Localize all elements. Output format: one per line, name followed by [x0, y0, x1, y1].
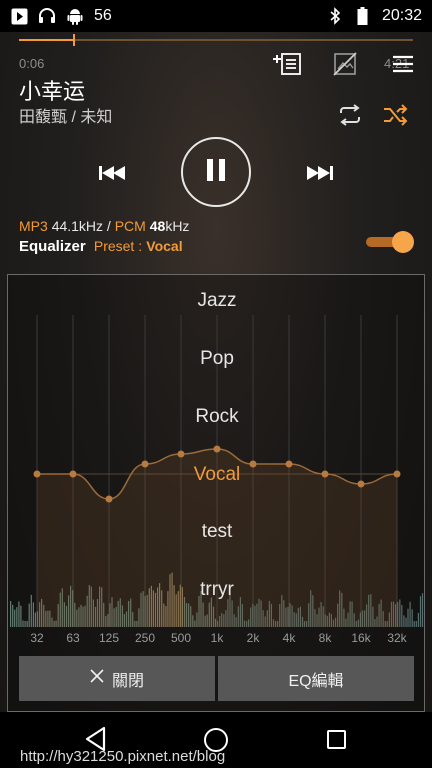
notification-count: 56: [94, 7, 112, 24]
watermark-text: http://hy321250.pixnet.net/blog: [20, 748, 226, 765]
repeat-icon[interactable]: [336, 104, 364, 126]
close-button[interactable]: 關閉: [19, 656, 215, 701]
progress-fill: [19, 39, 75, 41]
recent-apps-icon[interactable]: [327, 730, 346, 749]
pause-icon: [205, 158, 227, 187]
freq-label-16k: 16k: [351, 631, 371, 645]
preset-item-rock[interactable]: Rock: [8, 406, 424, 428]
audio-format-info: MP3 44.1kHz / PCM 48kHz: [19, 218, 189, 234]
eq-edit-button[interactable]: EQ編輯: [218, 656, 414, 701]
eq-edit-label: EQ編輯: [288, 672, 344, 690]
previous-icon[interactable]: [96, 160, 130, 186]
freq-label-2k: 2k: [246, 631, 260, 645]
freq-label-1k: 1k: [210, 631, 224, 645]
preset-item-vocal[interactable]: Vocal: [8, 464, 424, 486]
artist-album: 田馥甄 / 未知: [19, 109, 113, 126]
sample-rate: 44.1kHz /: [51, 218, 111, 234]
close-icon: [90, 669, 104, 688]
preset-value: Vocal: [146, 238, 183, 254]
freq-label-4k: 4k: [282, 631, 296, 645]
playback-progress-bar[interactable]: [19, 34, 413, 46]
add-to-playlist-icon[interactable]: [272, 50, 302, 78]
music-player-screen: 56 20:32 0:06 4:21 小幸运 田馥甄 / 未知 MP3 44.1…: [0, 0, 432, 768]
freq-label-32: 32: [30, 631, 44, 645]
preset-item-jazz[interactable]: Jazz: [8, 290, 424, 312]
headphones-icon: [38, 7, 56, 25]
preset-label: Preset :: [93, 238, 143, 254]
elapsed-time: 0:06: [19, 56, 45, 71]
freq-label-32k: 32k: [387, 631, 407, 645]
preset-item-trryr[interactable]: trryr: [8, 579, 424, 601]
status-bar: 56 20:32: [0, 0, 432, 32]
equalizer-toggle[interactable]: [366, 231, 414, 253]
codec: MP3: [19, 218, 48, 234]
next-icon[interactable]: [302, 160, 336, 186]
shuffle-icon[interactable]: [382, 104, 410, 126]
android-icon: [66, 7, 84, 25]
frequency-labels: 32 63 125 250 500 1k 2k 4k 8k 16k 32k: [8, 631, 424, 651]
track-title: 小幸运: [19, 79, 86, 104]
bluetooth-icon: [326, 7, 344, 25]
no-album-art-icon[interactable]: [330, 50, 360, 78]
freq-label-8k: 8k: [318, 631, 332, 645]
battery-icon: [354, 7, 372, 25]
pause-button[interactable]: [181, 137, 251, 207]
progress-thumb[interactable]: [73, 34, 76, 46]
output-rate-unit: kHz: [165, 218, 190, 234]
toggle-knob: [392, 231, 414, 253]
equalizer-panel: Jazz Pop Rock Vocal test trryr 32 63 125 250 500 1…: [7, 274, 425, 712]
output-rate: 48: [149, 218, 166, 234]
freq-label-63: 63: [66, 631, 80, 645]
equalizer-label: Equalizer: [19, 238, 86, 255]
output-type: PCM: [114, 218, 146, 234]
preset-list[interactable]: Jazz Pop Rock Vocal test trryr: [8, 275, 424, 635]
clock: 20:32: [381, 7, 422, 24]
freq-label-500: 500: [170, 631, 192, 645]
menu-icon[interactable]: [388, 50, 418, 78]
equalizer-status: Equalizer Preset : Vocal: [19, 238, 183, 255]
close-label: 關閉: [111, 672, 144, 690]
preset-item-pop[interactable]: Pop: [8, 348, 424, 370]
play-store-icon: [10, 7, 28, 25]
freq-label-125: 125: [98, 631, 120, 645]
freq-label-250: 250: [134, 631, 156, 645]
preset-item-test[interactable]: test: [8, 521, 424, 543]
